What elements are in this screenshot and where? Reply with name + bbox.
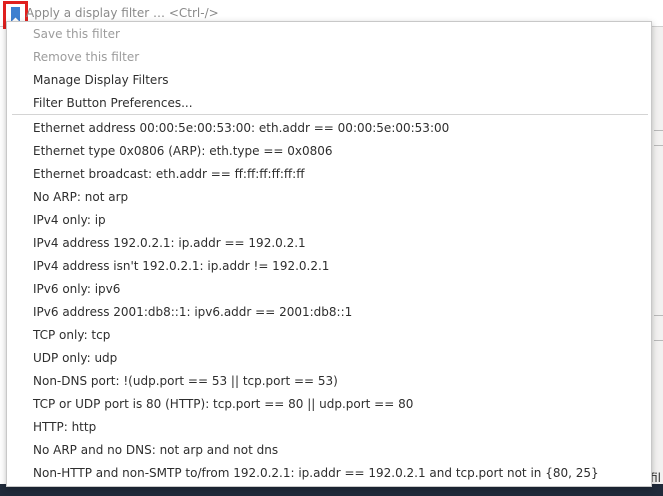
saved-filter-item[interactable]: IPv4 only: ip [33,209,106,231]
saved-filter-item[interactable]: Non-DNS port: !(udp.port == 53 || tcp.po… [33,370,338,392]
saved-filter-item[interactable]: TCP only: tcp [33,324,110,346]
saved-filter-item[interactable]: IPv6 address 2001:db8::1: ipv6.addr == 2… [33,301,352,323]
background-tick [654,315,663,316]
menu-action-item: Save this filter [33,27,120,41]
saved-filter-item[interactable]: Ethernet address 00:00:5e:00:53:00: eth.… [33,117,449,139]
saved-filter-item[interactable]: Ethernet type 0x0806 (ARP): eth.type == … [33,140,333,162]
menu-action-item: Remove this filter [33,50,140,64]
saved-filter-item[interactable]: Non-HTTP and non-SMTP to/from 192.0.2.1:… [33,462,599,484]
saved-filter-item[interactable]: No ARP: not arp [33,186,128,208]
menu-action-item[interactable]: Filter Button Preferences... [33,92,193,114]
saved-filter-item[interactable]: Ethernet broadcast: eth.addr == ff:ff:ff… [33,163,304,185]
saved-filter-item[interactable]: UDP only: udp [33,347,117,369]
saved-filter-item[interactable]: No ARP and no DNS: not arp and not dns [33,439,278,461]
saved-filter-item[interactable]: IPv6 only: ipv6 [33,278,120,300]
background-tick [654,145,663,146]
saved-filter-item[interactable]: HTTP: http [33,416,96,438]
menu-action-item[interactable]: Manage Display Filters [33,69,169,91]
background-tick [654,340,663,341]
saved-filter-item[interactable]: IPv4 address 192.0.2.1: ip.addr == 192.0… [33,232,306,254]
background-tick [654,130,663,131]
display-filter-input[interactable] [26,4,646,22]
saved-filter-item[interactable]: TCP or UDP port is 80 (HTTP): tcp.port =… [33,393,413,415]
menu-separator [12,114,648,115]
filter-bookmark-menu: Save this filter Remove this filter Manage… [6,21,652,487]
saved-filter-item[interactable]: IPv4 address isn't 192.0.2.1: ip.addr !=… [33,255,329,277]
